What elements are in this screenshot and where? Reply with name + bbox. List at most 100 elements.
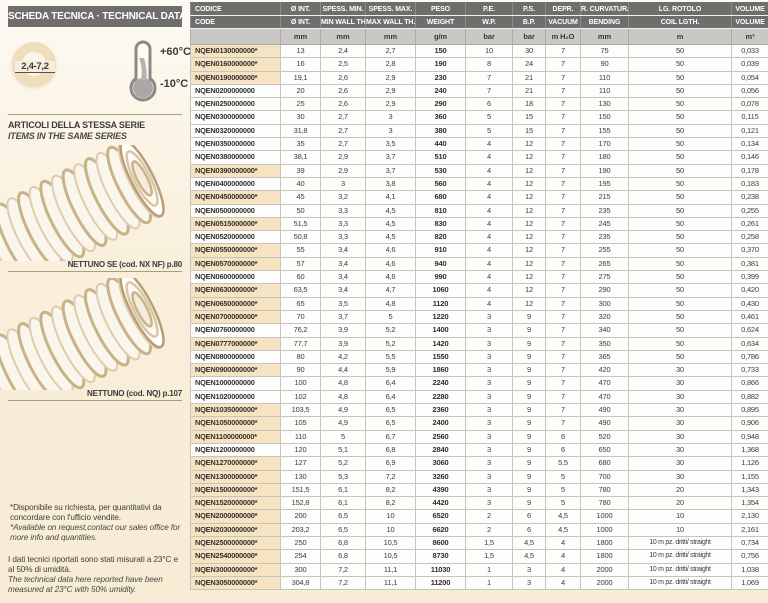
table-cell: 4,8 [321, 377, 366, 390]
table-cell: 5 [466, 124, 513, 137]
table-cell: 152,8 [281, 497, 321, 510]
table-cell: 5,2 [366, 324, 416, 337]
table-cell: 11,1 [366, 563, 416, 576]
table-cell: 0,178 [732, 164, 768, 177]
table-cell: 1800 [581, 550, 629, 563]
table-cell: 2,9 [321, 151, 366, 164]
column-header: g/m [416, 29, 466, 45]
table-cell: 50,8 [281, 231, 321, 244]
table-cell: 0,461 [732, 310, 768, 323]
table-cell: 15 [513, 111, 546, 124]
table-cell: 1 [466, 576, 513, 589]
column-header: mm [581, 29, 629, 45]
table-cell: 7 [546, 310, 581, 323]
table-cell: 5,3 [321, 470, 366, 483]
table-cell: NQEN2030000000* [191, 523, 281, 536]
table-cell: 3 [466, 404, 513, 417]
table-cell: 9 [513, 430, 546, 443]
table-cell: 57 [281, 257, 321, 270]
table-cell: 2000 [581, 563, 629, 576]
table-cell: 10 m pz. dritti/ straight [629, 536, 732, 549]
table-cell: 4,9 [321, 404, 366, 417]
table-cell: 7 [546, 297, 581, 310]
table-cell: NQEN1050000000* [191, 417, 281, 430]
table-cell: 50 [629, 271, 732, 284]
product-caption-nettuno-se[interactable]: NETTUNO SE (cod. NX NF) p.80 [68, 260, 182, 269]
table-cell: 6,4 [366, 390, 416, 403]
table-cell: 1120 [416, 297, 466, 310]
table-cell: 3,9 [321, 324, 366, 337]
table-cell: 12 [513, 151, 546, 164]
table-cell: 4 [466, 204, 513, 217]
table-cell: 110 [581, 71, 629, 84]
table-cell: 1550 [416, 350, 466, 363]
product-caption-nettuno[interactable]: NETTUNO (cod. NQ) p.107 [87, 389, 182, 398]
table-cell: 7 [546, 231, 581, 244]
table-cell: 4 [546, 550, 581, 563]
table-cell: 130 [581, 98, 629, 111]
table-cell: 24 [513, 58, 546, 71]
table-cell: 50 [629, 284, 732, 297]
table-cell: 12 [513, 138, 546, 151]
table-cell: 150 [416, 45, 466, 58]
table-cell: 12 [513, 191, 546, 204]
table-cell: 7 [546, 390, 581, 403]
column-header: Ø INT. [281, 3, 321, 16]
table-cell: 120 [281, 443, 321, 456]
table-cell: 0,115 [732, 111, 768, 124]
table-cell: 1420 [416, 337, 466, 350]
table-cell: NQEN2540000000* [191, 550, 281, 563]
table-cell: 8 [466, 58, 513, 71]
table-cell: 3,3 [321, 204, 366, 217]
table-cell: 0,866 [732, 377, 768, 390]
column-header: DEPR. [546, 3, 581, 16]
table-cell: 0,134 [732, 138, 768, 151]
table-row: NQEN0777000000*77,73,95,21420397350500,6… [191, 337, 768, 350]
table-cell: 7 [546, 364, 581, 377]
sidebar: SCHEDA TECNICA · TECHNICAL DATA 2,4-7,2 … [0, 0, 190, 603]
table-cell: 6,5 [366, 404, 416, 417]
column-header: bar [466, 29, 513, 45]
table-cell: 7 [546, 98, 581, 111]
table-cell: 5 [546, 483, 581, 496]
table-cell: 1800 [581, 536, 629, 549]
table-cell: 420 [581, 364, 629, 377]
table-cell: 680 [581, 457, 629, 470]
table-cell: 4 [546, 563, 581, 576]
table-cell: NQEN0500000000 [191, 204, 281, 217]
table-cell: 150 [581, 111, 629, 124]
page-title: SCHEDA TECNICA · TECHNICAL DATA [8, 6, 182, 27]
table-cell: 5 [321, 430, 366, 443]
table-cell: 2,6 [321, 98, 366, 111]
table-cell: 235 [581, 204, 629, 217]
table-cell: NQEN0130000000* [191, 45, 281, 58]
table-row: NQEN0190000000*19,12,62,92307217110500,0… [191, 71, 768, 84]
table-cell: 0,078 [732, 98, 768, 111]
table-cell: 5,2 [366, 337, 416, 350]
table-row: NQEN052000000050,83,34,58204127235500,25… [191, 231, 768, 244]
table-cell: 7,2 [366, 470, 416, 483]
table-cell: 38,1 [281, 151, 321, 164]
table-cell: 11030 [416, 563, 466, 576]
table-row: NQEN0160000000*162,52,8190824790500,039 [191, 58, 768, 71]
table-cell: 4 [466, 271, 513, 284]
table-cell: 12 [513, 257, 546, 270]
column-header: P.E. [466, 3, 513, 16]
column-header: B.P. [513, 16, 546, 29]
table-cell: 0,183 [732, 177, 768, 190]
table-row: NQEN1100000000*11056,72560396520300,948 [191, 430, 768, 443]
table-cell: 3060 [416, 457, 466, 470]
table-row: NQEN1035000000*103,54,96,52360397490300,… [191, 404, 768, 417]
table-cell: 151,5 [281, 483, 321, 496]
column-header: CODICE [191, 3, 281, 16]
table-cell: 3 [466, 457, 513, 470]
table-cell: 5 [466, 111, 513, 124]
table-row: NQEN3000000000*3007,211,111030134200010 … [191, 563, 768, 576]
product-photo-nettuno: NETTUNO (cod. NQ) p.107 [8, 278, 182, 400]
divider [8, 400, 182, 401]
table-cell: 3 [466, 337, 513, 350]
table-cell: 520 [581, 430, 629, 443]
table-row: NQEN1520000000*152,86,18,24420395780201,… [191, 497, 768, 510]
table-row: NQEN12000000001205,16,82840396650301,368 [191, 443, 768, 456]
table-cell: 50 [629, 111, 732, 124]
